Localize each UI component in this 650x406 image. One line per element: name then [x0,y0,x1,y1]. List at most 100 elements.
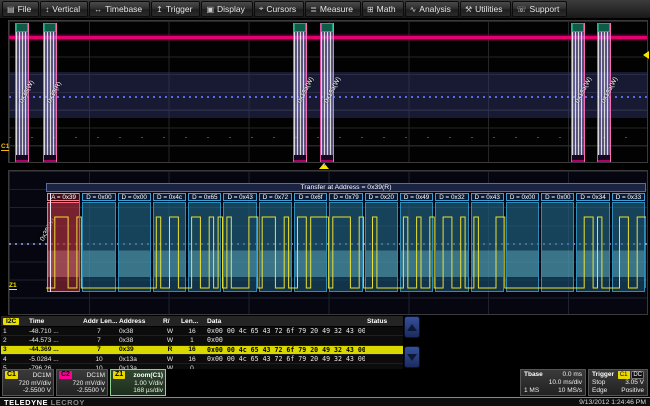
trigger-type: Edge [592,387,607,394]
table-row[interactable]: 1 -48.710 ... 7 0x38 W 16 0x00 00 4c 65 … [1,327,403,336]
c1-descriptor-box[interactable]: C1 DC1M 720 mV/div -2.5500 V [2,369,54,396]
data-byte-box: D = 0x65 [188,193,221,292]
byte-region [471,202,504,292]
byte-label: D = 0x00 [118,193,151,201]
menu-item-display[interactable]: ▣Display [201,1,252,17]
byte-region [82,202,115,292]
math-icon: ⊞ [367,5,374,14]
trigger-box[interactable]: Trigger C1 DC Stop 3.05 V Edge Positive [588,369,648,396]
burst-base [44,155,56,162]
timebase-scale: 10.0 ms/div [549,379,582,386]
trigger-source-chip: C1 [618,371,630,379]
byte-label: D = 0x00 [506,193,539,201]
decode-cap [321,23,333,32]
byte-region [294,202,327,292]
table-row[interactable]: 3 -44.369 ... 7 0x39 R 16 0x00 00 4c 65 … [1,346,403,355]
brand-logo: TELEDYNE LECROY [4,398,85,406]
byte-label: D = 0x6f [294,193,327,201]
trigger-label: Trigger [592,371,614,378]
data-byte-box: D = 0x33 [612,193,645,292]
byte-label: D = 0x33 [612,193,645,201]
menu-item-measure[interactable]: ≣Measure [305,1,361,17]
menu-item-math[interactable]: ⊞Math [362,1,404,17]
timebase-samples: 1 MS [524,387,539,394]
timebase-rate: 10 MS/s [558,387,582,394]
c1-badge: C1 [5,371,18,379]
z1-descriptor-box[interactable]: Z1 zoom(C1) 1.00 V/div 168 µs/div [110,369,166,396]
c2-scale: 720 mV/div [72,380,105,387]
timebase-box[interactable]: Tbase 0.0 ms 10.0 ms/div 1 MS 10 MS/s [520,369,586,396]
byte-region [612,202,645,292]
menu-item-utilities[interactable]: ⚒Utilities [460,1,511,17]
byte-region [435,202,468,292]
data-byte-box: D = 0x00 [541,193,574,292]
trigger-level: 3.05 V [625,379,644,386]
data-byte-box: D = 0x49 [400,193,433,292]
byte-label: D = 0x4c [153,193,186,201]
byte-label: D = 0x79 [329,193,362,201]
menu-item-analysis[interactable]: ∿Analysis [405,1,459,17]
burst-base [598,155,610,162]
main-waveform-grid[interactable]: 0x38(W) 0x39(R) 0x13a(W) 0x13a(W) 0x13a(… [8,20,648,163]
data-byte-box: D = 0x4c [153,193,186,292]
menu-item-vertical[interactable]: ↕Vertical [40,1,88,17]
burst-base [321,155,333,162]
table-row[interactable]: 4 -5.0284 ... 10 0x13a W 16 0x00 00 4c 6… [1,355,403,364]
byte-region [506,202,539,292]
table-row[interactable]: 2 -44.573 ... 7 0x38 W 1 0x00 [1,336,403,345]
byte-region [118,202,151,292]
burst-base [572,155,584,162]
timebase-label: Tbase [524,371,543,378]
menu-item-trigger[interactable]: ↥Trigger [151,1,200,17]
utilities-icon: ⚒ [465,5,472,14]
trigger-mode: Stop [592,379,605,386]
bottom-bar: TELEDYNE LECROY 9/13/2012 1:24:46 PM [0,397,650,406]
data-byte-box: D = 0x32 [435,193,468,292]
c2-descriptor-box[interactable]: C2 DC1M 720 mV/div -2.5500 V [56,369,108,396]
transfer-banner: Transfer at Address = 0x39(R) [46,183,646,192]
z1-scale: 1.00 V/div [134,380,163,387]
decode-cap [598,23,610,32]
data-byte-box: D = 0x00 [118,193,151,292]
menu-item-file[interactable]: ▤File [2,1,39,17]
measure-icon: ≣ [310,5,317,14]
byte-label: D = 0x00 [82,193,115,201]
byte-label: A = 0x39 [47,193,80,201]
i2c-burst: 0x39(R) [43,23,57,162]
c1-coupling: DC1M [33,372,51,379]
menu-bar: ▤File↕Vertical↔Timebase↥Trigger▣Display⌖… [0,0,650,18]
menu-item-timebase[interactable]: ↔Timebase [89,1,150,17]
z1-timebase: 168 µs/div [133,387,163,394]
oscilloscope-screen: ▤File↕Vertical↔Timebase↥Trigger▣Display⌖… [0,0,650,406]
trigger-edge-icon: ↥ [156,5,163,14]
decode-cap [44,23,56,32]
byte-region [47,202,80,292]
byte-label: D = 0x49 [400,193,433,201]
trigger-coupling-chip: DC [631,371,644,379]
byte-region [365,202,398,292]
c2-badge: C2 [59,371,72,379]
menu-item-support[interactable]: ☏Support [512,1,568,17]
decode-cap [294,23,306,32]
decode-table: I2C TimeAddr Len... AddressR/ Len...Data… [1,316,403,368]
scroll-down-button[interactable] [404,346,420,368]
datetime-display: 9/13/2012 1:24:46 PM [579,399,646,406]
byte-region [400,202,433,292]
i2c-burst: 0x38(W) [15,23,29,162]
trigger-level-arrow[interactable] [643,51,649,59]
byte-label: D = 0x65 [188,193,221,201]
c1-offset-marker[interactable]: C1 [1,143,9,151]
byte-label: D = 0x72 [259,193,292,201]
data-byte-box: D = 0x34 [576,193,609,292]
byte-label: D = 0x32 [435,193,468,201]
byte-label: D = 0x43 [471,193,504,201]
byte-region [541,202,574,292]
table-header-row: I2C TimeAddr Len... AddressR/ Len...Data… [1,316,403,327]
burst-base [294,155,306,162]
z1-offset-marker[interactable]: Z1 [9,282,17,290]
menu-item-cursors[interactable]: ⌖Cursors [254,1,304,17]
i2c-burst: 0x13a(W) [571,23,585,162]
analysis-icon: ∿ [410,5,417,14]
scroll-up-button[interactable] [404,316,420,338]
byte-region [188,202,221,292]
